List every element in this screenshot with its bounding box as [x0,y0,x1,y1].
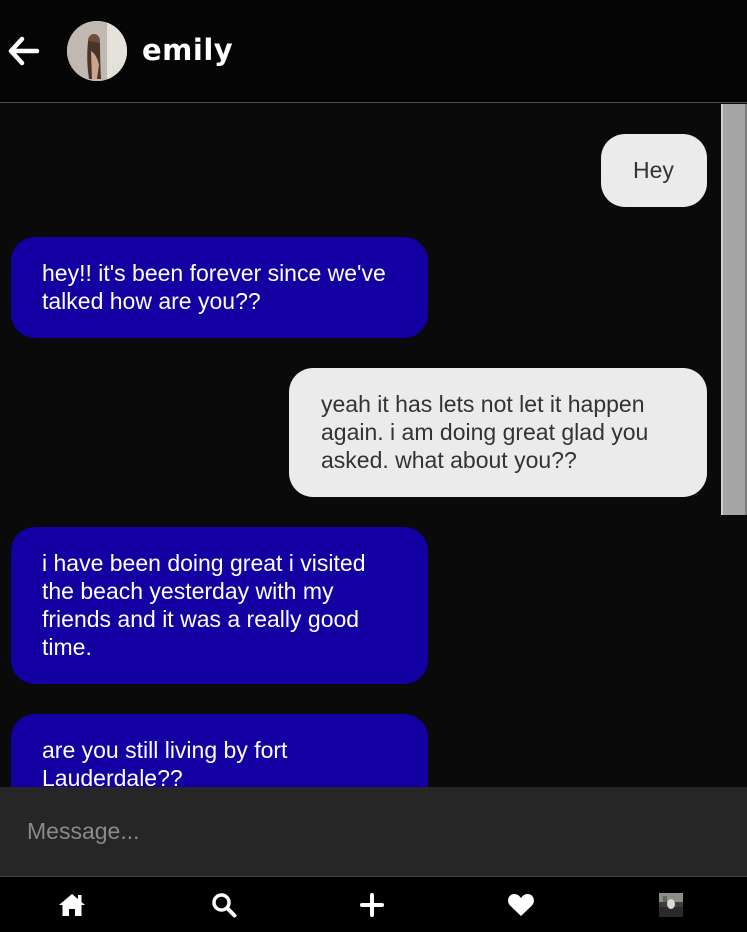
back-button[interactable] [8,34,40,68]
chat-scrollbar[interactable] [721,104,747,787]
nav-search[interactable] [209,890,239,920]
heart-icon [508,894,534,916]
nav-activity[interactable] [506,890,536,920]
contact-avatar[interactable] [67,21,127,81]
nav-home[interactable] [57,890,87,920]
contact-photo [67,21,127,81]
message-outgoing: Hey [601,134,707,207]
message-incoming: i have been doing great i visited the be… [11,527,428,684]
home-icon [59,894,85,916]
profile-photo [659,893,683,917]
message-input[interactable] [0,787,747,876]
message-composer [0,787,747,877]
scrollbar-thumb[interactable] [721,104,747,515]
message-list[interactable]: Hey hey!! it's been forever since we've … [0,104,747,787]
profile-avatar [659,893,683,917]
message-outgoing: yeah it has lets not let it happen again… [289,368,707,497]
nav-create[interactable] [357,890,387,920]
chat-header: emily [0,0,747,103]
dm-chat-screen: emily Hey hey!! it's been forever since … [0,0,747,932]
plus-icon [360,893,384,917]
search-icon [212,893,237,918]
contact-name[interactable]: emily [142,33,233,67]
message-incoming: are you still living by fort Lauderdale?… [11,714,428,787]
bottom-nav [0,877,747,932]
message-incoming: hey!! it's been forever since we've talk… [11,237,428,338]
nav-profile[interactable] [656,890,686,920]
arrow-left-icon [8,36,40,66]
